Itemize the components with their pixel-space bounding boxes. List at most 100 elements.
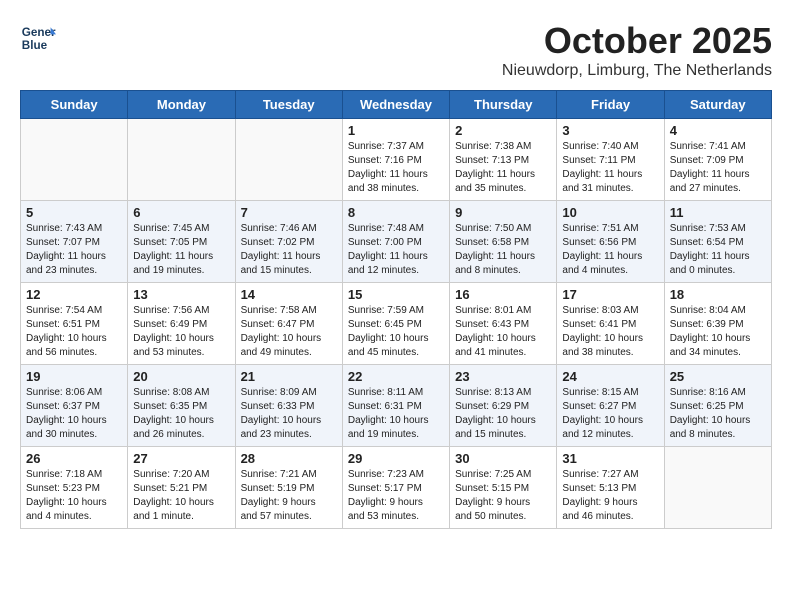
day-number: 6 (133, 205, 229, 220)
day-info: Sunrise: 7:50 AM Sunset: 6:58 PM Dayligh… (455, 222, 551, 278)
calendar-cell: 12 Sunrise: 7:54 AM Sunset: 6:51 PM Dayli… (21, 283, 128, 365)
calendar-cell: 1 Sunrise: 7:37 AM Sunset: 7:16 PM Daylig… (342, 119, 449, 201)
day-number: 20 (133, 369, 229, 384)
day-info: Sunrise: 8:09 AM Sunset: 6:33 PM Dayligh… (241, 386, 337, 442)
calendar-cell: 6 Sunrise: 7:45 AM Sunset: 7:05 PM Daylig… (128, 201, 235, 283)
day-number: 21 (241, 369, 337, 384)
week-row-3: 12 Sunrise: 7:54 AM Sunset: 6:51 PM Dayli… (21, 283, 772, 365)
day-number: 14 (241, 287, 337, 302)
day-number: 1 (348, 123, 444, 138)
day-number: 30 (455, 451, 551, 466)
calendar-cell (664, 447, 771, 529)
day-info: Sunrise: 7:48 AM Sunset: 7:00 PM Dayligh… (348, 222, 444, 278)
day-number: 9 (455, 205, 551, 220)
weekday-header-row: SundayMondayTuesdayWednesdayThursdayFrid… (21, 91, 772, 119)
page-header: General Blue October 2025 Nieuwdorp, Lim… (20, 20, 772, 80)
week-row-4: 19 Sunrise: 8:06 AM Sunset: 6:37 PM Dayli… (21, 365, 772, 447)
calendar-cell: 29 Sunrise: 7:23 AM Sunset: 5:17 PM Dayli… (342, 447, 449, 529)
day-info: Sunrise: 7:56 AM Sunset: 6:49 PM Dayligh… (133, 304, 229, 360)
month-title: October 2025 (502, 20, 772, 62)
day-info: Sunrise: 8:15 AM Sunset: 6:27 PM Dayligh… (562, 386, 658, 442)
day-number: 31 (562, 451, 658, 466)
day-number: 29 (348, 451, 444, 466)
weekday-header-thursday: Thursday (450, 91, 557, 119)
week-row-2: 5 Sunrise: 7:43 AM Sunset: 7:07 PM Daylig… (21, 201, 772, 283)
calendar-cell: 16 Sunrise: 8:01 AM Sunset: 6:43 PM Dayli… (450, 283, 557, 365)
day-number: 27 (133, 451, 229, 466)
weekday-header-monday: Monday (128, 91, 235, 119)
day-number: 16 (455, 287, 551, 302)
day-number: 10 (562, 205, 658, 220)
day-info: Sunrise: 7:21 AM Sunset: 5:19 PM Dayligh… (241, 468, 337, 524)
svg-text:Blue: Blue (22, 39, 48, 52)
calendar-cell: 19 Sunrise: 8:06 AM Sunset: 6:37 PM Dayli… (21, 365, 128, 447)
weekday-header-saturday: Saturday (664, 91, 771, 119)
day-info: Sunrise: 7:27 AM Sunset: 5:13 PM Dayligh… (562, 468, 658, 524)
logo-icon: General Blue (20, 20, 56, 56)
calendar-cell: 5 Sunrise: 7:43 AM Sunset: 7:07 PM Daylig… (21, 201, 128, 283)
calendar-cell: 25Sunrise: 8:16 AM Sunset: 6:25 PM Dayli… (664, 365, 771, 447)
calendar-cell: 28 Sunrise: 7:21 AM Sunset: 5:19 PM Dayli… (235, 447, 342, 529)
day-info: Sunrise: 7:58 AM Sunset: 6:47 PM Dayligh… (241, 304, 337, 360)
calendar-cell: 22Sunrise: 8:11 AM Sunset: 6:31 PM Dayli… (342, 365, 449, 447)
calendar-table: SundayMondayTuesdayWednesdayThursdayFrid… (20, 90, 772, 529)
calendar-cell: 3Sunrise: 7:40 AM Sunset: 7:11 PM Daylig… (557, 119, 664, 201)
day-info: Sunrise: 8:13 AM Sunset: 6:29 PM Dayligh… (455, 386, 551, 442)
day-number: 11 (670, 205, 766, 220)
day-number: 8 (348, 205, 444, 220)
day-number: 24 (562, 369, 658, 384)
calendar-cell: 10 Sunrise: 7:51 AM Sunset: 6:56 PM Dayli… (557, 201, 664, 283)
week-row-1: 1 Sunrise: 7:37 AM Sunset: 7:16 PM Daylig… (21, 119, 772, 201)
day-number: 18 (670, 287, 766, 302)
calendar-cell (21, 119, 128, 201)
day-info: Sunrise: 7:23 AM Sunset: 5:17 PM Dayligh… (348, 468, 444, 524)
day-number: 23 (455, 369, 551, 384)
calendar-cell: 20 Sunrise: 8:08 AM Sunset: 6:35 PM Dayli… (128, 365, 235, 447)
day-info: Sunrise: 7:18 AM Sunset: 5:23 PM Dayligh… (26, 468, 122, 524)
day-info: Sunrise: 7:20 AM Sunset: 5:21 PM Dayligh… (133, 468, 229, 524)
day-info: Sunrise: 8:01 AM Sunset: 6:43 PM Dayligh… (455, 304, 551, 360)
calendar-cell: 18 Sunrise: 8:04 AM Sunset: 6:39 PM Dayli… (664, 283, 771, 365)
day-info: Sunrise: 7:37 AM Sunset: 7:16 PM Dayligh… (348, 140, 444, 196)
day-info: Sunrise: 7:43 AM Sunset: 7:07 PM Dayligh… (26, 222, 122, 278)
weekday-header-sunday: Sunday (21, 91, 128, 119)
calendar-cell: 4 Sunrise: 7:41 AM Sunset: 7:09 PM Daylig… (664, 119, 771, 201)
day-info: Sunrise: 7:59 AM Sunset: 6:45 PM Dayligh… (348, 304, 444, 360)
day-number: 12 (26, 287, 122, 302)
day-info: Sunrise: 7:54 AM Sunset: 6:51 PM Dayligh… (26, 304, 122, 360)
calendar-cell: 9 Sunrise: 7:50 AM Sunset: 6:58 PM Daylig… (450, 201, 557, 283)
location-title: Nieuwdorp, Limburg, The Netherlands (502, 62, 772, 80)
title-block: October 2025 Nieuwdorp, Limburg, The Net… (502, 20, 772, 80)
day-number: 5 (26, 205, 122, 220)
calendar-cell: 27 Sunrise: 7:20 AM Sunset: 5:21 PM Dayli… (128, 447, 235, 529)
day-info: Sunrise: 8:04 AM Sunset: 6:39 PM Dayligh… (670, 304, 766, 360)
day-info: Sunrise: 7:53 AM Sunset: 6:54 PM Dayligh… (670, 222, 766, 278)
day-info: Sunrise: 8:08 AM Sunset: 6:35 PM Dayligh… (133, 386, 229, 442)
calendar-cell: 21 Sunrise: 8:09 AM Sunset: 6:33 PM Dayli… (235, 365, 342, 447)
day-number: 13 (133, 287, 229, 302)
day-info: Sunrise: 7:41 AM Sunset: 7:09 PM Dayligh… (670, 140, 766, 196)
day-number: 15 (348, 287, 444, 302)
day-number: 25 (670, 369, 766, 384)
day-info: Sunrise: 7:40 AM Sunset: 7:11 PM Dayligh… (562, 140, 658, 196)
weekday-header-friday: Friday (557, 91, 664, 119)
day-info: Sunrise: 8:06 AM Sunset: 6:37 PM Dayligh… (26, 386, 122, 442)
day-number: 28 (241, 451, 337, 466)
day-number: 4 (670, 123, 766, 138)
day-info: Sunrise: 8:11 AM Sunset: 6:31 PM Dayligh… (348, 386, 444, 442)
day-info: Sunrise: 7:25 AM Sunset: 5:15 PM Dayligh… (455, 468, 551, 524)
day-info: Sunrise: 7:38 AM Sunset: 7:13 PM Dayligh… (455, 140, 551, 196)
calendar-cell: 23 Sunrise: 8:13 AM Sunset: 6:29 PM Dayli… (450, 365, 557, 447)
day-info: Sunrise: 7:45 AM Sunset: 7:05 PM Dayligh… (133, 222, 229, 278)
calendar-cell: 8 Sunrise: 7:48 AM Sunset: 7:00 PM Daylig… (342, 201, 449, 283)
day-number: 2 (455, 123, 551, 138)
calendar-cell: 14 Sunrise: 7:58 AM Sunset: 6:47 PM Dayli… (235, 283, 342, 365)
weekday-header-tuesday: Tuesday (235, 91, 342, 119)
day-number: 17 (562, 287, 658, 302)
day-number: 19 (26, 369, 122, 384)
day-info: Sunrise: 7:51 AM Sunset: 6:56 PM Dayligh… (562, 222, 658, 278)
calendar-cell: 2 Sunrise: 7:38 AM Sunset: 7:13 PM Daylig… (450, 119, 557, 201)
calendar-cell: 17Sunrise: 8:03 AM Sunset: 6:41 PM Dayli… (557, 283, 664, 365)
day-number: 7 (241, 205, 337, 220)
logo: General Blue (20, 20, 56, 56)
